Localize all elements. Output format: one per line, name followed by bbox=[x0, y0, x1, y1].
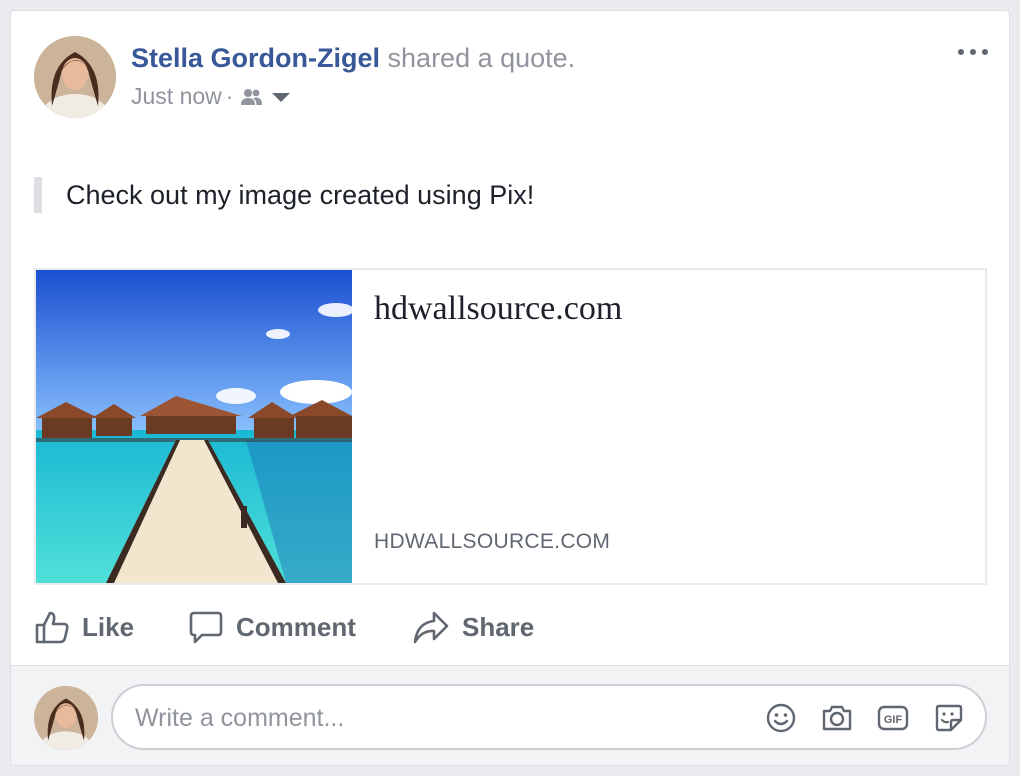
link-preview-image bbox=[36, 270, 352, 583]
comment-input[interactable]: Write a comment... GIF bbox=[111, 684, 987, 750]
camera-icon[interactable] bbox=[821, 702, 853, 734]
gif-icon[interactable]: GIF bbox=[877, 702, 909, 734]
comment-button[interactable]: Comment bbox=[188, 605, 356, 649]
like-button[interactable]: Like bbox=[34, 605, 134, 649]
emoji-icon[interactable] bbox=[765, 702, 797, 734]
friends-icon bbox=[241, 88, 263, 105]
post-header: Stella Gordon-Zigel shared a quote. bbox=[131, 43, 575, 74]
post-card: Stella Gordon-Zigel shared a quote. Just… bbox=[10, 10, 1010, 766]
post-action-text: shared a quote. bbox=[387, 43, 576, 73]
chevron-down-icon bbox=[272, 92, 291, 102]
link-title[interactable]: hdwallsource.com bbox=[374, 290, 622, 328]
share-button[interactable]: Share bbox=[412, 605, 534, 649]
author-name-link[interactable]: Stella Gordon-Zigel bbox=[131, 43, 380, 73]
quote-text: Check out my image created using Pix! bbox=[34, 177, 534, 213]
thumbs-up-icon bbox=[35, 611, 69, 644]
commenter-avatar[interactable] bbox=[34, 686, 98, 750]
svg-text:GIF: GIF bbox=[884, 714, 903, 726]
more-options-icon[interactable] bbox=[957, 45, 989, 59]
speech-bubble-icon bbox=[189, 611, 223, 644]
link-domain: HDWALLSOURCE.COM bbox=[374, 530, 611, 553]
share-label: Share bbox=[462, 611, 535, 642]
sticker-icon[interactable] bbox=[933, 702, 965, 734]
post-meta: Just now · bbox=[131, 83, 292, 110]
comment-composer: Write a comment... GIF bbox=[11, 665, 1009, 765]
timestamp[interactable]: Just now bbox=[131, 83, 222, 110]
author-avatar[interactable] bbox=[34, 36, 116, 118]
like-label: Like bbox=[82, 611, 135, 642]
meta-separator: · bbox=[225, 83, 234, 109]
comment-placeholder: Write a comment... bbox=[135, 704, 345, 732]
link-preview-card[interactable]: hdwallsource.com HDWALLSOURCE.COM bbox=[34, 268, 987, 585]
share-arrow-icon bbox=[413, 611, 449, 644]
comment-label: Comment bbox=[236, 611, 356, 642]
audience-selector[interactable] bbox=[240, 87, 292, 107]
